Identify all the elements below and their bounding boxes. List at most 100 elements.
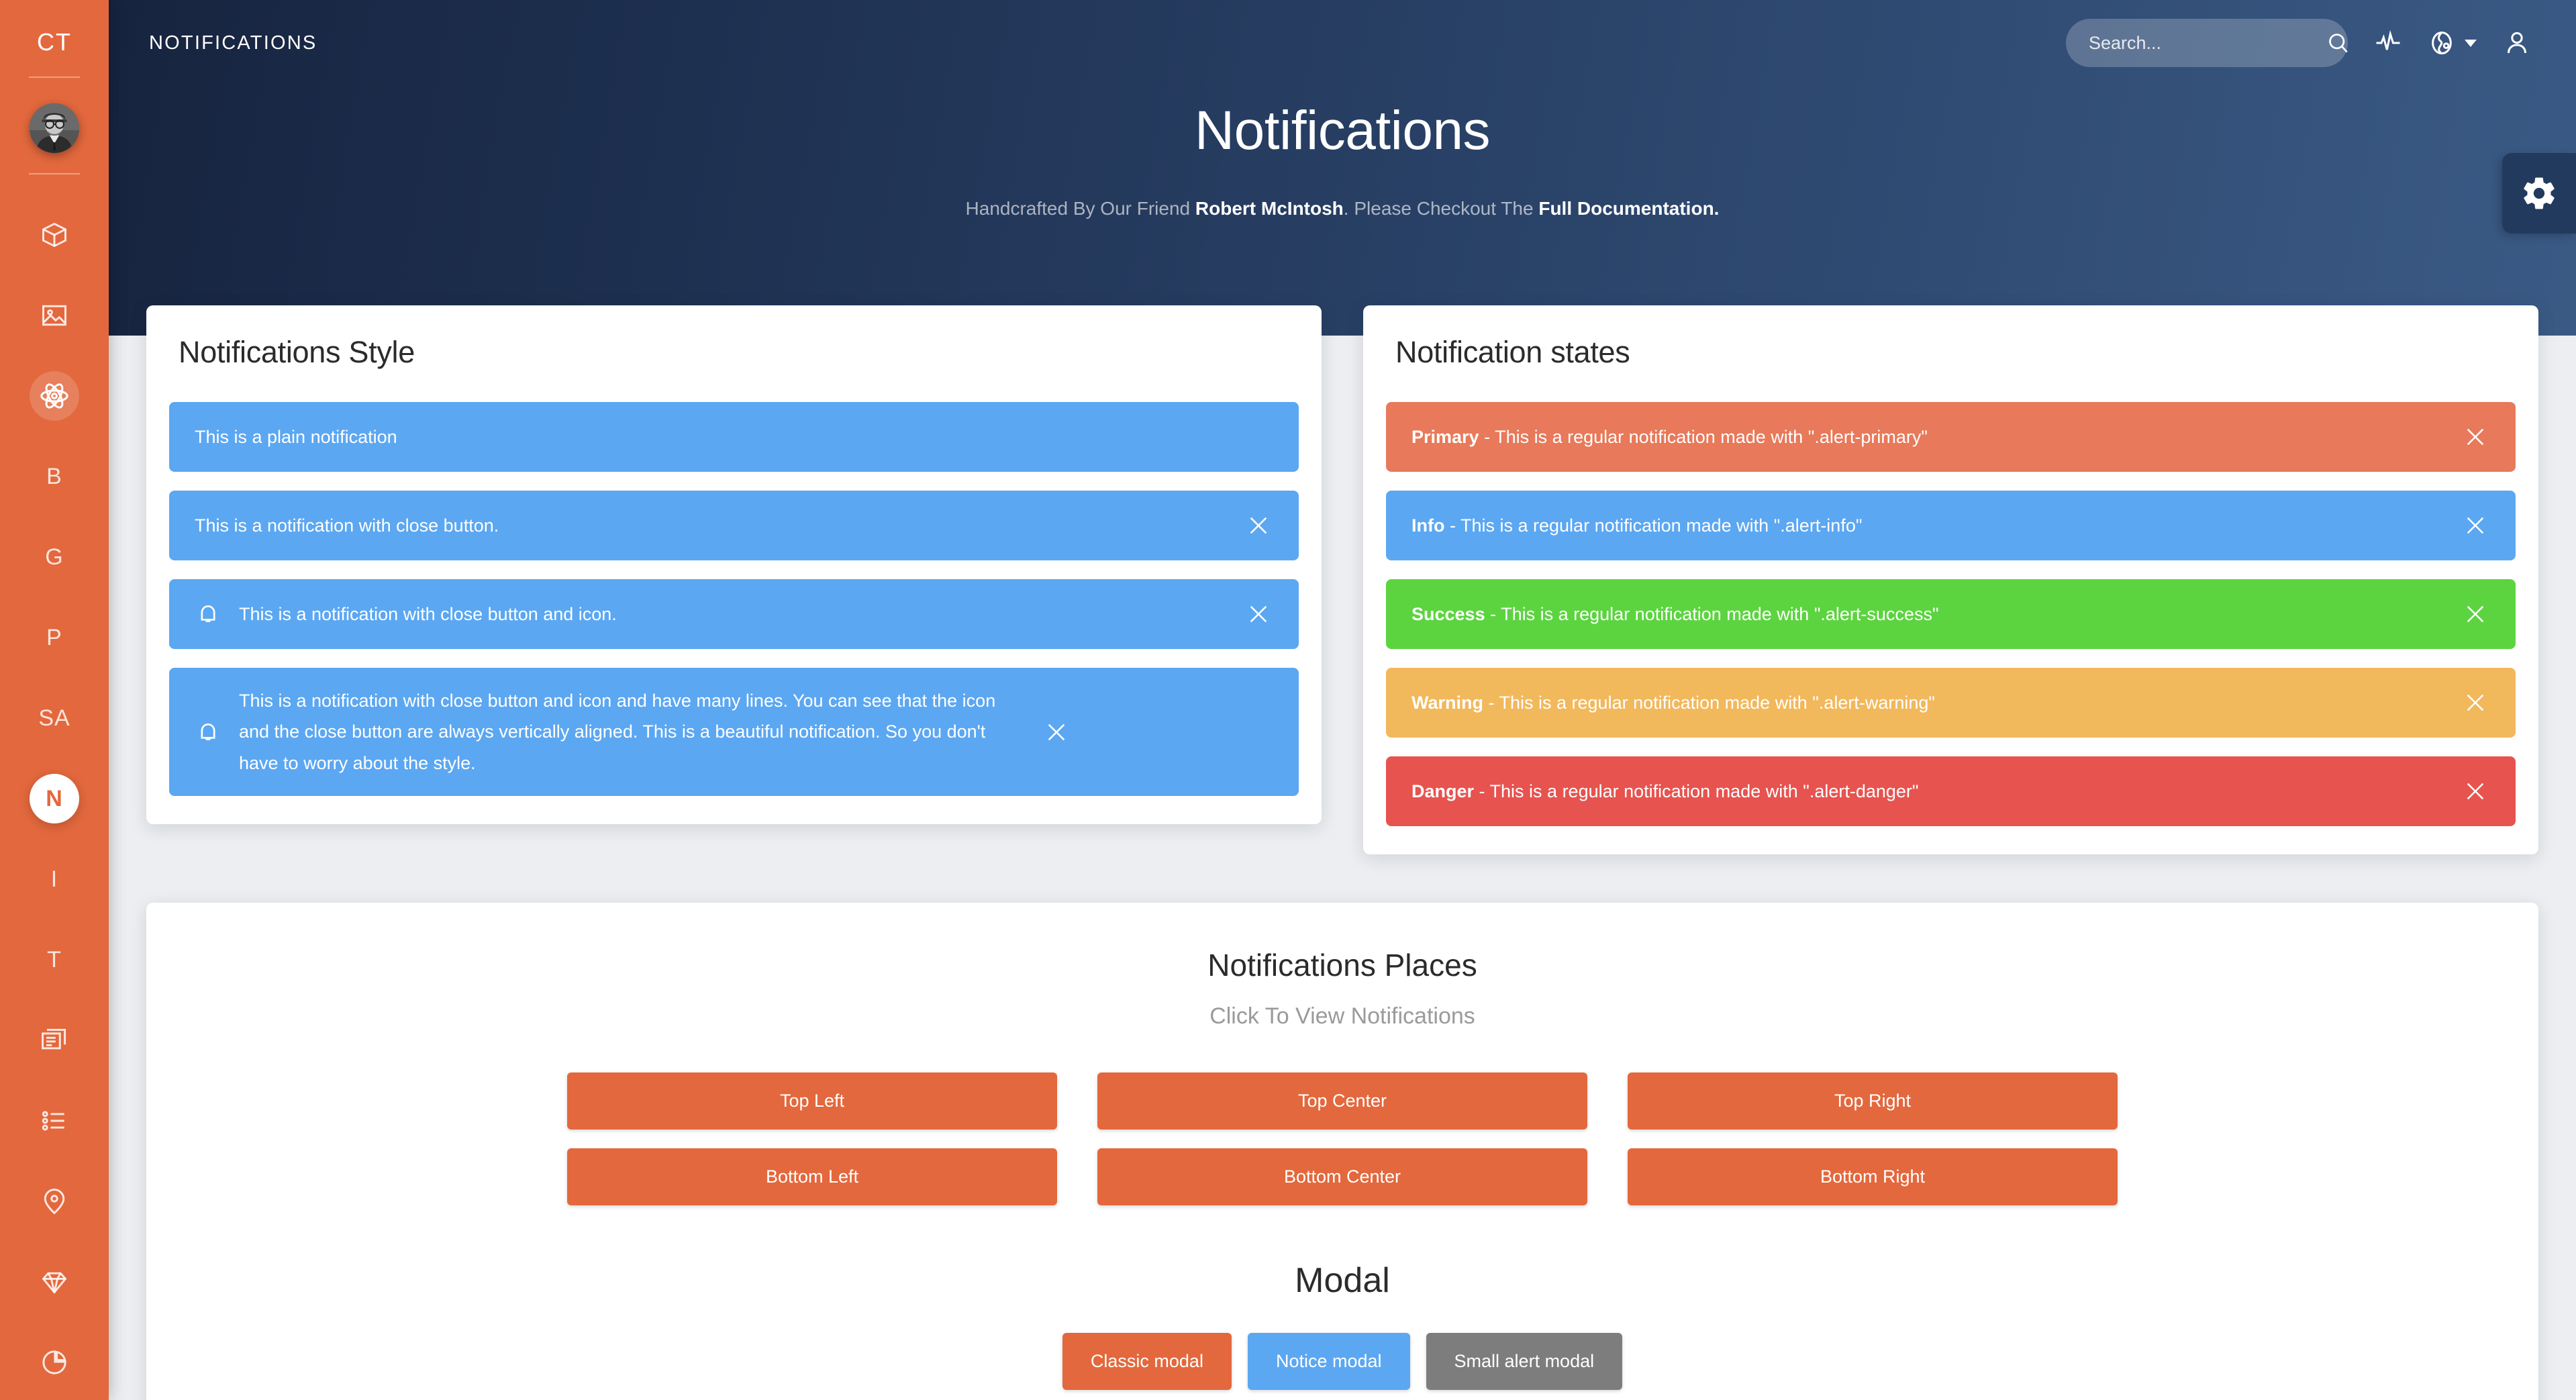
search-box[interactable]: [2066, 19, 2348, 67]
user-icon[interactable]: [2504, 30, 2530, 56]
avatar-image: [30, 103, 79, 153]
search-input[interactable]: [2089, 32, 2326, 54]
alert-text: This is a notification with close button…: [239, 691, 996, 773]
sidebar-item-box[interactable]: [0, 195, 109, 275]
alert-body: - This is a regular notification made wi…: [1444, 515, 1863, 536]
small-alert-modal-button[interactable]: Small alert modal: [1426, 1333, 1623, 1390]
navbar-title: NOTIFICATIONS: [149, 32, 317, 54]
alert-body: - This is a regular notification made wi…: [1479, 426, 1928, 447]
sidebar-item-label: SA: [38, 705, 70, 731]
image-icon: [42, 305, 66, 326]
alert-text: Warning - This is a regular notification…: [1411, 670, 2443, 736]
sidebar-item-b[interactable]: B: [0, 436, 109, 517]
place-button-top-right[interactable]: Top Right: [1628, 1072, 2118, 1130]
alert-warning: Warning - This is a regular notification…: [1386, 668, 2516, 738]
sidebar-item-images[interactable]: [0, 275, 109, 356]
place-button-top-left[interactable]: Top Left: [567, 1072, 1057, 1130]
alert-label: Danger: [1411, 781, 1475, 801]
pie-chart-icon: [42, 1350, 66, 1374]
alert-label: Primary: [1411, 426, 1479, 447]
notification-states-card: Notification states Primary - This is a …: [1363, 305, 2538, 854]
alert-label: Info: [1411, 515, 1445, 536]
sidebar-item-n[interactable]: N: [0, 758, 109, 839]
bell-icon: [195, 719, 221, 746]
box-icon: [42, 222, 66, 248]
avatar[interactable]: [0, 78, 109, 173]
alert-info: Info - This is a regular notification ma…: [1386, 491, 2516, 560]
page-content: Notifications Style This is a plain noti…: [109, 0, 2576, 1400]
sidebar-nav: B G P SA N I T: [0, 174, 109, 1400]
sidebar-item-p[interactable]: P: [0, 597, 109, 678]
alert-plain: This is a plain notification: [169, 402, 1299, 472]
sidebar-item-label: G: [45, 544, 64, 570]
close-icon[interactable]: [2461, 688, 2490, 717]
close-icon[interactable]: [2461, 599, 2490, 629]
close-icon[interactable]: [1244, 599, 1273, 629]
sidebar-item-label: P: [46, 625, 62, 650]
sidebar-item-sa[interactable]: SA: [0, 678, 109, 758]
sidebar-item-t[interactable]: T: [0, 919, 109, 1000]
list-icon: [42, 1111, 64, 1131]
place-button-bottom-right[interactable]: Bottom Right: [1628, 1148, 2118, 1205]
place-button-bottom-left[interactable]: Bottom Left: [567, 1148, 1057, 1205]
alert-primary: Primary - This is a regular notification…: [1386, 402, 2516, 472]
alert-label: Warning: [1411, 692, 1483, 713]
map-pin-icon: [44, 1189, 65, 1215]
sidebar-item-label: B: [46, 464, 62, 489]
avatar-photo-icon: [30, 103, 79, 153]
alert-text: Success - This is a regular notification…: [1411, 581, 2443, 647]
notifications-style-card: Notifications Style This is a plain noti…: [146, 305, 1322, 825]
alert-danger: Danger - This is a regular notification …: [1386, 756, 2516, 826]
notifications-places-card: Notifications Places Click To View Notif…: [146, 903, 2538, 1400]
classic-modal-button[interactable]: Classic modal: [1062, 1333, 1232, 1390]
sidebar-item-g[interactable]: G: [0, 517, 109, 597]
alert-text: This is a notification with close button…: [195, 515, 499, 536]
sidebar-item-windows[interactable]: [0, 1000, 109, 1081]
close-icon[interactable]: [2461, 422, 2490, 452]
place-button-top-center[interactable]: Top Center: [1097, 1072, 1587, 1130]
sidebar-item-diamond[interactable]: [0, 1242, 109, 1322]
windows-icon: [42, 1028, 66, 1050]
activity-icon[interactable]: [2375, 30, 2401, 56]
places-subtitle: Click To View Notifications: [1209, 1003, 1475, 1029]
close-icon[interactable]: [2461, 777, 2490, 806]
globe-icon[interactable]: [2428, 30, 2477, 56]
card-title: Notification states: [1395, 335, 1630, 369]
place-button-bottom-center[interactable]: Bottom Center: [1097, 1148, 1587, 1205]
alert-text: This is a plain notification: [195, 426, 397, 447]
alert-with-close: This is a notification with close button…: [169, 491, 1299, 560]
alert-success: Success - This is a regular notification…: [1386, 579, 2516, 649]
sidebar-item-atom[interactable]: [0, 356, 109, 436]
atom-icon: [40, 383, 68, 409]
notice-modal-button[interactable]: Notice modal: [1247, 1333, 1410, 1390]
bell-icon: [195, 601, 221, 628]
gear-icon: [2524, 177, 2555, 209]
chevron-down-icon[interactable]: [2465, 39, 2477, 47]
modal-section-title: Modal: [1295, 1261, 1390, 1300]
alert-multiline: This is a notification with close button…: [169, 668, 1299, 797]
navbar-actions: [2066, 19, 2530, 67]
sidebar-item-list[interactable]: [0, 1081, 109, 1161]
sidebar-item-i[interactable]: I: [0, 839, 109, 919]
settings-fab-button[interactable]: [2502, 153, 2576, 234]
card-title: Notifications Style: [179, 335, 415, 369]
close-icon[interactable]: [1042, 717, 1071, 747]
close-icon[interactable]: [1244, 511, 1273, 540]
sidebar-item-label: N: [46, 786, 63, 811]
alert-with-close-and-icon: This is a notification with close button…: [169, 579, 1299, 649]
sidebar-logo[interactable]: CT: [0, 0, 109, 77]
alert-body: - This is a regular notification made wi…: [1474, 781, 1919, 801]
alert-body: - This is a regular notification made wi…: [1485, 603, 1939, 624]
search-icon[interactable]: [2326, 31, 2350, 55]
sidebar-item-pie-chart[interactable]: [0, 1322, 109, 1400]
alert-body: - This is a regular notification made wi…: [1483, 692, 1935, 713]
diamond-icon: [42, 1272, 67, 1294]
top-navbar: NOTIFICATIONS: [109, 0, 2576, 86]
close-icon[interactable]: [2461, 511, 2490, 540]
sidebar-item-map-pin[interactable]: [0, 1161, 109, 1242]
places-button-grid: Top Left Top Center Top Right Bottom Lef…: [173, 1072, 2512, 1205]
sidebar-item-label: T: [47, 947, 62, 972]
modal-button-group: Classic modal Notice modal Small alert m…: [173, 1333, 2512, 1390]
places-title: Notifications Places: [1207, 948, 1477, 983]
alert-text: This is a notification with close button…: [239, 603, 617, 624]
